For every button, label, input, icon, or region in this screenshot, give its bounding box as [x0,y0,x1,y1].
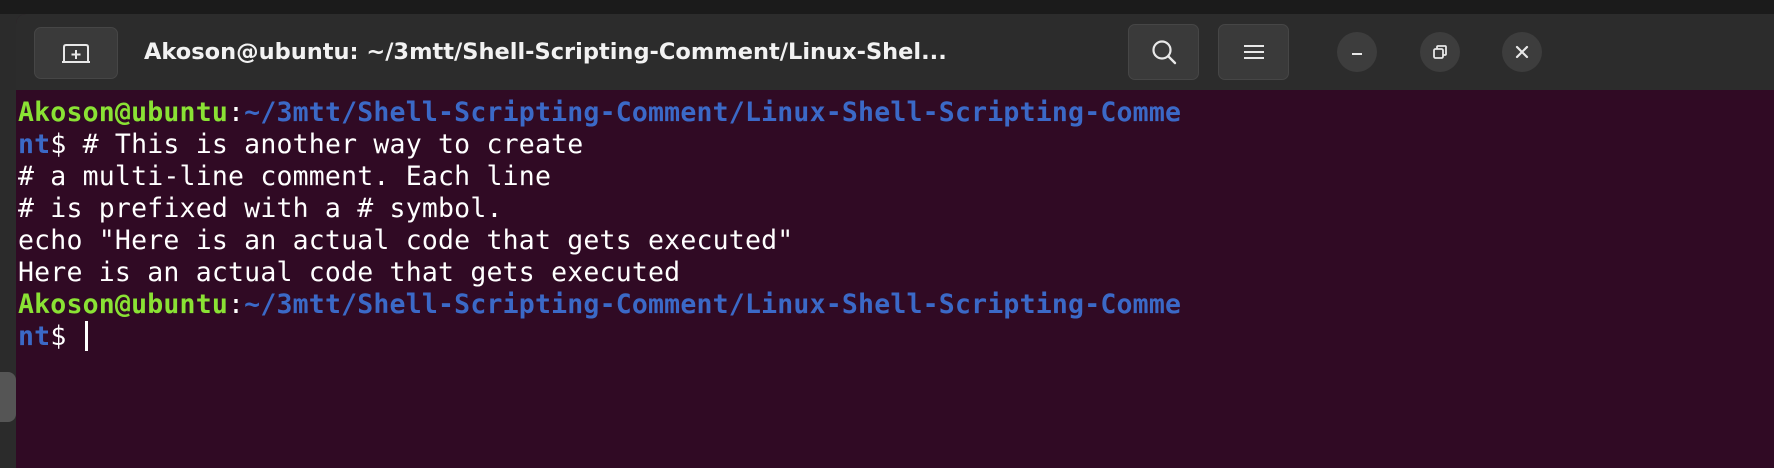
prompt-dollar: $ [50,321,83,352]
prompt-path: ~/3mtt/Shell-Scripting-Comment/Linux-She… [244,289,1182,320]
menu-button[interactable] [1218,24,1289,80]
terminal-window: Akoson@ubuntu: ~/3mtt/Shell-Scripting-Co… [16,14,1774,468]
search-button[interactable] [1128,24,1199,80]
prompt-user-host: Akoson@ubuntu [18,289,229,320]
prompt-colon: : [228,97,245,128]
header-bar: Akoson@ubuntu: ~/3mtt/Shell-Scripting-Co… [16,14,1774,90]
search-icon [1151,40,1176,65]
new-tab-button[interactable] [34,27,118,79]
output-line: # is prefixed with a # symbol. [18,193,503,224]
close-button[interactable] [1502,32,1542,72]
text-cursor [84,320,88,351]
command-text: # This is another way to create [82,129,584,160]
terminal-output[interactable]: Akoson@ubuntu:~/3mtt/Shell-Scripting-Com… [16,90,1774,468]
prompt-path-wrap: nt [18,129,51,160]
hamburger-menu-icon [1243,45,1264,59]
prompt-path: ~/3mtt/Shell-Scripting-Comment/Linux-She… [244,97,1182,128]
side-handle [0,372,16,422]
output-line: Here is an actual code that gets execute… [18,257,681,288]
minimize-button[interactable] [1337,32,1377,72]
desktop: Akoson@ubuntu: ~/3mtt/Shell-Scripting-Co… [0,0,1774,468]
prompt-colon: : [228,289,245,320]
prompt-dollar: $ [50,129,83,160]
prompt-line-wrap: nt$ # This is another way to create [18,129,583,161]
prompt-line-wrap: nt$ [18,320,88,353]
prompt-user-host: Akoson@ubuntu [18,97,229,128]
minimize-icon [1352,53,1362,55]
prompt-line: Akoson@ubuntu:~/3mtt/Shell-Scripting-Com… [18,97,1181,129]
restore-icon [1433,45,1447,59]
new-tab-icon [62,44,90,63]
output-line: # a multi-line comment. Each line [18,161,552,192]
top-panel [0,0,1774,14]
output-line: echo "Here is an actual code that gets e… [18,225,794,256]
prompt-path-wrap: nt [18,321,51,352]
window-title: Akoson@ubuntu: ~/3mtt/Shell-Scripting-Co… [144,39,947,65]
close-icon [1515,45,1529,59]
prompt-line: Akoson@ubuntu:~/3mtt/Shell-Scripting-Com… [18,289,1181,321]
maximize-button[interactable] [1420,32,1460,72]
